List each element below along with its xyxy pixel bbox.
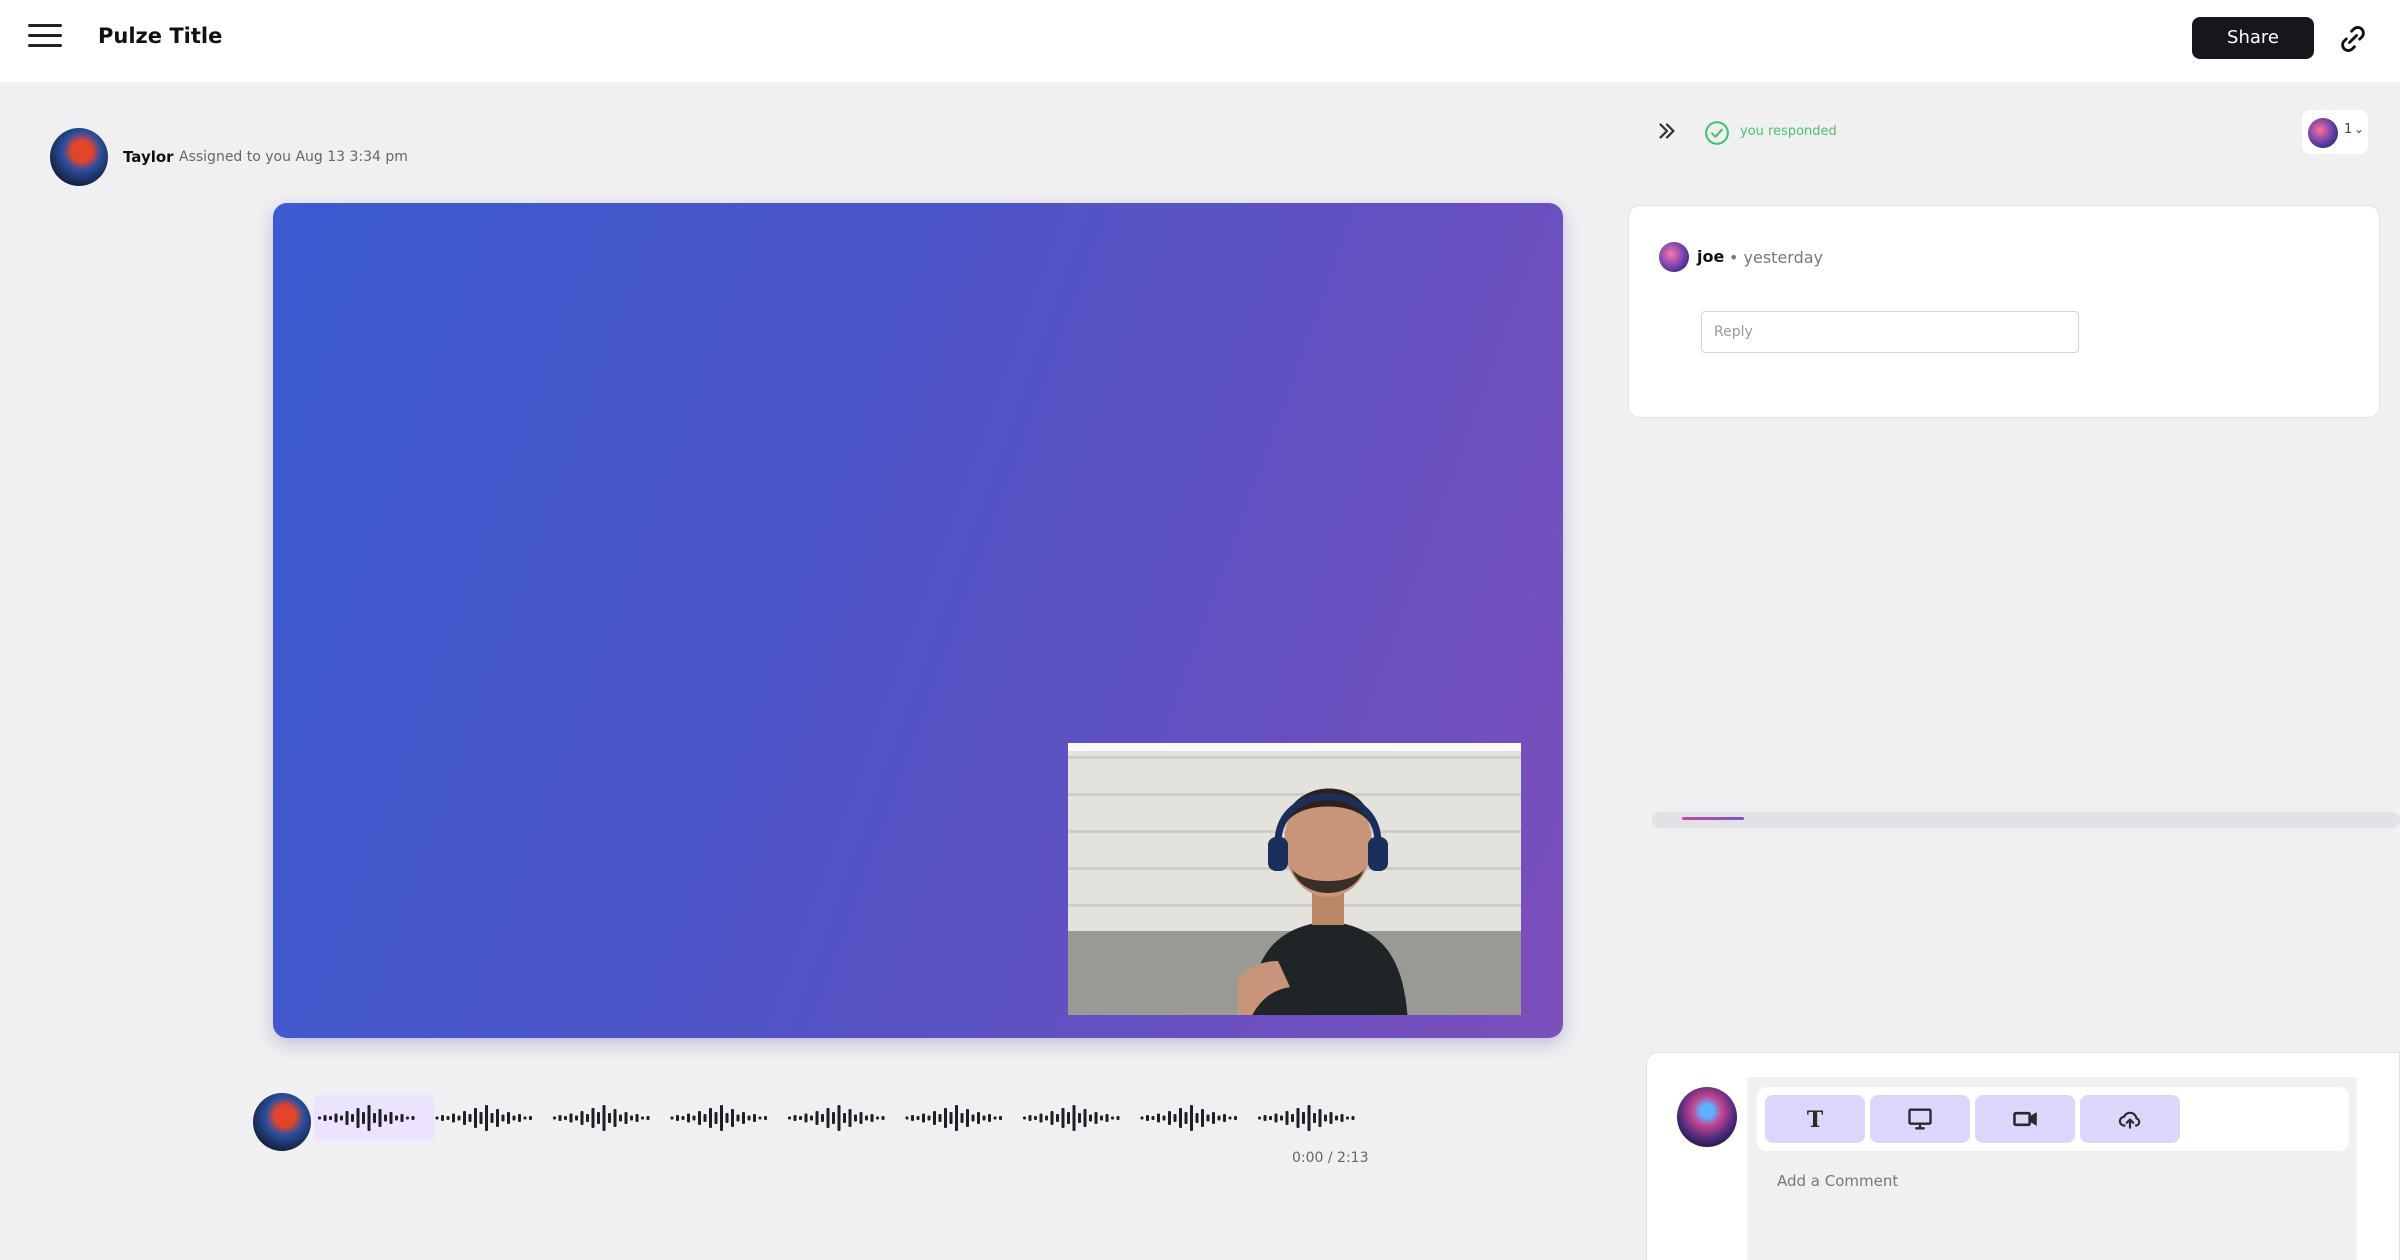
post-author-name: Taylor: [123, 148, 174, 166]
responded-status: you responded: [1740, 124, 1837, 139]
video-player[interactable]: [273, 203, 1563, 1038]
check-circle-icon: [1705, 121, 1729, 145]
comment-input[interactable]: [1747, 1161, 2357, 1201]
menu-icon[interactable]: [28, 24, 62, 50]
video-camera-icon: [2013, 1111, 2037, 1127]
viewer-avatar: [2308, 118, 2338, 148]
viewers-dropdown[interactable]: 1 ⌄: [2302, 110, 2368, 154]
composer-toolbar: T: [1757, 1087, 2349, 1151]
comments-scrollbar[interactable]: [1652, 812, 2400, 828]
video-record-button[interactable]: [1975, 1095, 2075, 1143]
screen-record-button[interactable]: [1870, 1095, 1970, 1143]
collapse-panel-icon[interactable]: [1656, 120, 1678, 142]
upload-cloud-icon: [2118, 1111, 2141, 1129]
share-button[interactable]: Share: [2192, 17, 2314, 59]
presenter-image: [1238, 788, 1408, 1015]
upload-button[interactable]: [2080, 1095, 2180, 1143]
link-icon[interactable]: [2336, 22, 2370, 56]
chevron-down-icon: ⌄: [2354, 122, 2365, 136]
comment-author: joe: [1697, 247, 1725, 266]
svg-text:T: T: [1807, 1107, 1824, 1131]
comment-card: joe • yesterday: [1628, 205, 2380, 418]
page-title: Pulze Title: [98, 24, 223, 48]
scrollbar-thumb[interactable]: [1682, 817, 1744, 820]
post-meta: Assigned to you Aug 13 3:34 pm: [179, 149, 408, 165]
viewer-count: 1: [2344, 122, 2353, 137]
audio-time: 0:00 / 2:13: [1292, 1150, 1369, 1166]
audio-waveform[interactable]: [318, 1095, 1368, 1141]
author-avatar: [50, 128, 108, 186]
screen-icon: [1908, 1108, 1932, 1130]
text-icon: T: [1807, 1107, 1824, 1131]
reply-input[interactable]: [1701, 311, 2079, 353]
commenter-avatar: [1659, 242, 1689, 272]
current-user-avatar: [1677, 1087, 1737, 1147]
webcam-pip: [1068, 743, 1521, 1015]
comment-time: • yesterday: [1729, 248, 1824, 267]
text-tool-button[interactable]: T: [1765, 1095, 1865, 1143]
top-bar: Pulze Title Share: [0, 0, 2400, 82]
comment-composer: T: [1646, 1052, 2400, 1260]
composer-box: T: [1747, 1077, 2357, 1260]
audio-author-avatar: [253, 1093, 311, 1151]
